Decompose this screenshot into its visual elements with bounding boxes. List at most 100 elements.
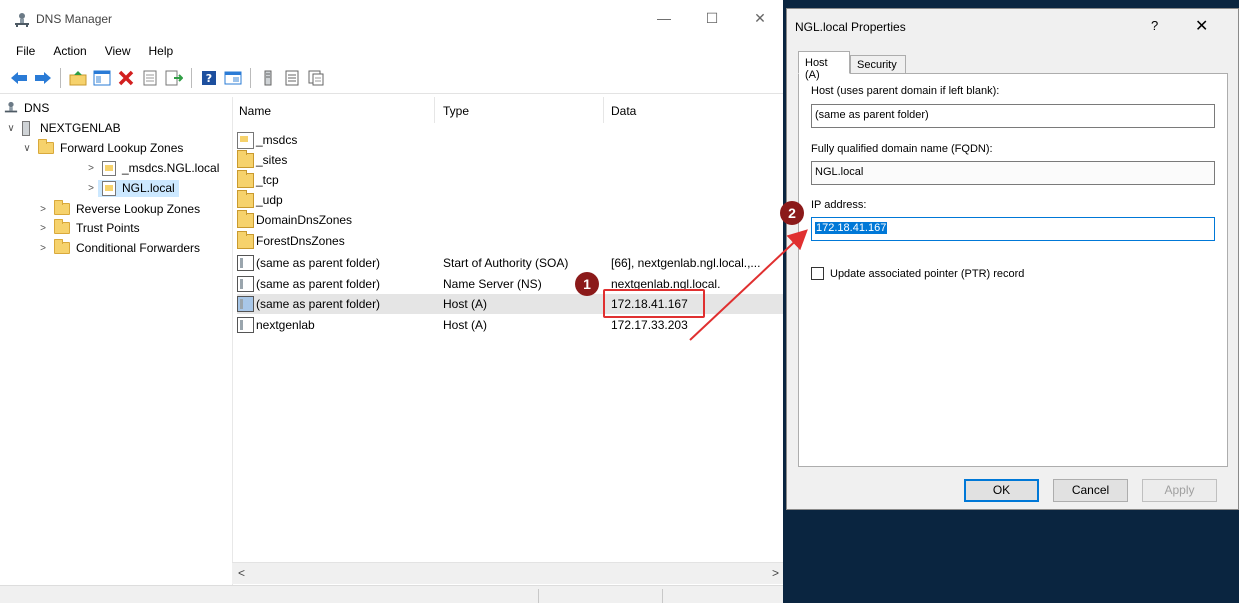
host-label: Host (uses parent domain if left blank): <box>811 85 1000 97</box>
record-name: _tcp <box>256 173 279 187</box>
chevron-right-icon[interactable]: > <box>36 204 50 215</box>
tree-item-ngl-zone[interactable]: > NGL.local <box>84 178 179 198</box>
export-icon[interactable] <box>163 67 185 89</box>
column-header-data[interactable]: Data <box>611 101 636 121</box>
highlight-box <box>603 289 705 318</box>
table-row[interactable]: (same as parent folder) Start of Authori… <box>237 253 787 273</box>
toolbar: ? <box>8 66 327 90</box>
up-folder-icon[interactable] <box>67 67 89 89</box>
folder-icon <box>237 169 254 188</box>
record-name: (same as parent folder) <box>256 297 381 311</box>
fqdn-value: NGL.local <box>815 166 864 178</box>
back-arrow-icon[interactable] <box>8 67 30 89</box>
record-type: Host (A) <box>443 297 488 311</box>
status-separator <box>662 589 663 603</box>
list-icon[interactable] <box>281 67 303 89</box>
tree-label-trust-points: Trust Points <box>76 221 140 235</box>
status-bar <box>0 585 790 603</box>
tree-item-msdcs-zone[interactable]: > _msdcs.NGL.local <box>84 158 219 178</box>
ok-button[interactable]: OK <box>964 479 1039 502</box>
record-type: Host (A) <box>443 318 488 332</box>
folder-icon <box>237 230 254 249</box>
dialog-close-button[interactable]: ✕ <box>1195 16 1208 36</box>
column-header-type[interactable]: Type <box>443 101 469 121</box>
server-icon[interactable] <box>257 67 279 89</box>
filter-icon[interactable] <box>305 67 327 89</box>
console-icon[interactable] <box>222 67 244 89</box>
ip-label: IP address: <box>811 199 867 211</box>
help-button[interactable]: ? <box>1151 18 1158 33</box>
menu-file[interactable]: File <box>0 44 43 62</box>
help-icon[interactable]: ? <box>198 67 220 89</box>
tree-item-forward-zones[interactable]: ∨ Forward Lookup Zones <box>20 138 183 158</box>
properties-icon[interactable] <box>139 67 161 89</box>
tree-item-reverse-zones[interactable]: > Reverse Lookup Zones <box>36 199 200 219</box>
scroll-left-arrow[interactable]: < <box>238 566 245 580</box>
host-field[interactable]: (same as parent folder) <box>811 104 1215 128</box>
column-separator[interactable] <box>434 97 435 123</box>
chevron-right-icon[interactable]: > <box>36 223 50 234</box>
chevron-down-icon[interactable]: ∨ <box>20 143 34 154</box>
ptr-checkbox-row[interactable]: Update associated pointer (PTR) record <box>811 267 1024 280</box>
tab-host-a[interactable]: Host (A) <box>798 51 850 81</box>
chevron-down-icon[interactable]: ∨ <box>4 123 18 134</box>
host-value: (same as parent folder) <box>815 109 929 121</box>
title-bar: DNS Manager — ☐ ✕ <box>0 0 790 40</box>
tree-item-conditional-forwarders[interactable]: > Conditional Forwarders <box>36 238 200 258</box>
menu-bar: File Action View Help <box>0 44 181 62</box>
tree-label-forward-zones: Forward Lookup Zones <box>60 141 184 155</box>
tree-item-dns[interactable]: DNS <box>4 98 49 118</box>
tree-label-conditional-forwarders: Conditional Forwarders <box>76 241 201 255</box>
column-separator[interactable] <box>603 97 604 123</box>
cancel-button[interactable]: Cancel <box>1053 479 1128 502</box>
chevron-right-icon[interactable]: > <box>84 183 98 194</box>
dns-manager-window: DNS Manager — ☐ ✕ File Action View Help <box>0 0 790 603</box>
scroll-right-arrow[interactable]: > <box>772 566 779 580</box>
ptr-checkbox-label: Update associated pointer (PTR) record <box>830 267 1025 280</box>
tree-item-server[interactable]: ∨ NEXTGENLAB <box>4 118 121 138</box>
tree-label-reverse-zones: Reverse Lookup Zones <box>76 202 201 216</box>
records-list: Name Type Data _msdcs _sites _tcp _udp D… <box>232 97 787 585</box>
menu-view[interactable]: View <box>95 44 139 62</box>
chevron-right-icon[interactable]: > <box>36 243 50 254</box>
menu-action[interactable]: Action <box>43 44 94 62</box>
ptr-checkbox[interactable] <box>811 267 824 280</box>
delete-icon[interactable] <box>115 67 137 89</box>
tab-security[interactable]: Security <box>850 55 906 75</box>
list-item[interactable]: _udp <box>237 189 787 210</box>
forward-arrow-icon[interactable] <box>32 67 54 89</box>
zone-file-icon <box>102 160 116 176</box>
minimize-button[interactable]: — <box>654 10 674 26</box>
record-icon <box>237 255 254 271</box>
column-header-name[interactable]: Name <box>239 101 271 121</box>
record-icon <box>237 276 254 292</box>
toolbar-separator <box>191 68 192 88</box>
record-data: [66], nextgenlab.ngl.local.,... <box>611 256 761 270</box>
list-item[interactable]: _tcp <box>237 169 787 190</box>
callout-badge-1: 1 <box>575 272 599 296</box>
list-item[interactable]: ForestDnsZones <box>237 230 787 251</box>
tree-label-server: NEXTGENLAB <box>40 121 121 135</box>
window-title: DNS Manager <box>36 12 113 26</box>
show-hide-tree-icon[interactable] <box>91 67 113 89</box>
ip-address-field[interactable]: 172.18.41.167 <box>811 217 1215 241</box>
folder-icon <box>237 149 254 168</box>
chevron-right-icon[interactable]: > <box>84 163 98 174</box>
fqdn-label: Fully qualified domain name (FQDN): <box>811 143 993 155</box>
menu-help[interactable]: Help <box>139 44 182 62</box>
dns-icon <box>4 101 18 113</box>
list-item[interactable]: _sites <box>237 149 787 170</box>
table-row[interactable]: nextgenlab Host (A) 172.17.33.203 <box>237 315 787 335</box>
close-button[interactable]: ✕ <box>750 10 770 27</box>
tree-item-trust-points[interactable]: > Trust Points <box>36 218 140 238</box>
horizontal-scrollbar[interactable]: < > <box>232 562 787 584</box>
apply-button: Apply <box>1142 479 1217 502</box>
maximize-button[interactable]: ☐ <box>702 10 722 27</box>
server-icon <box>22 120 30 136</box>
host-tab-panel: Host (uses parent domain if left blank):… <box>798 73 1228 467</box>
list-item[interactable]: DomainDnsZones <box>237 209 787 230</box>
fqdn-field[interactable]: NGL.local <box>811 161 1215 185</box>
record-name: _sites <box>256 153 288 167</box>
tree-label-msdcs-zone: _msdcs.NGL.local <box>122 161 220 175</box>
list-item[interactable]: _msdcs <box>237 130 787 150</box>
